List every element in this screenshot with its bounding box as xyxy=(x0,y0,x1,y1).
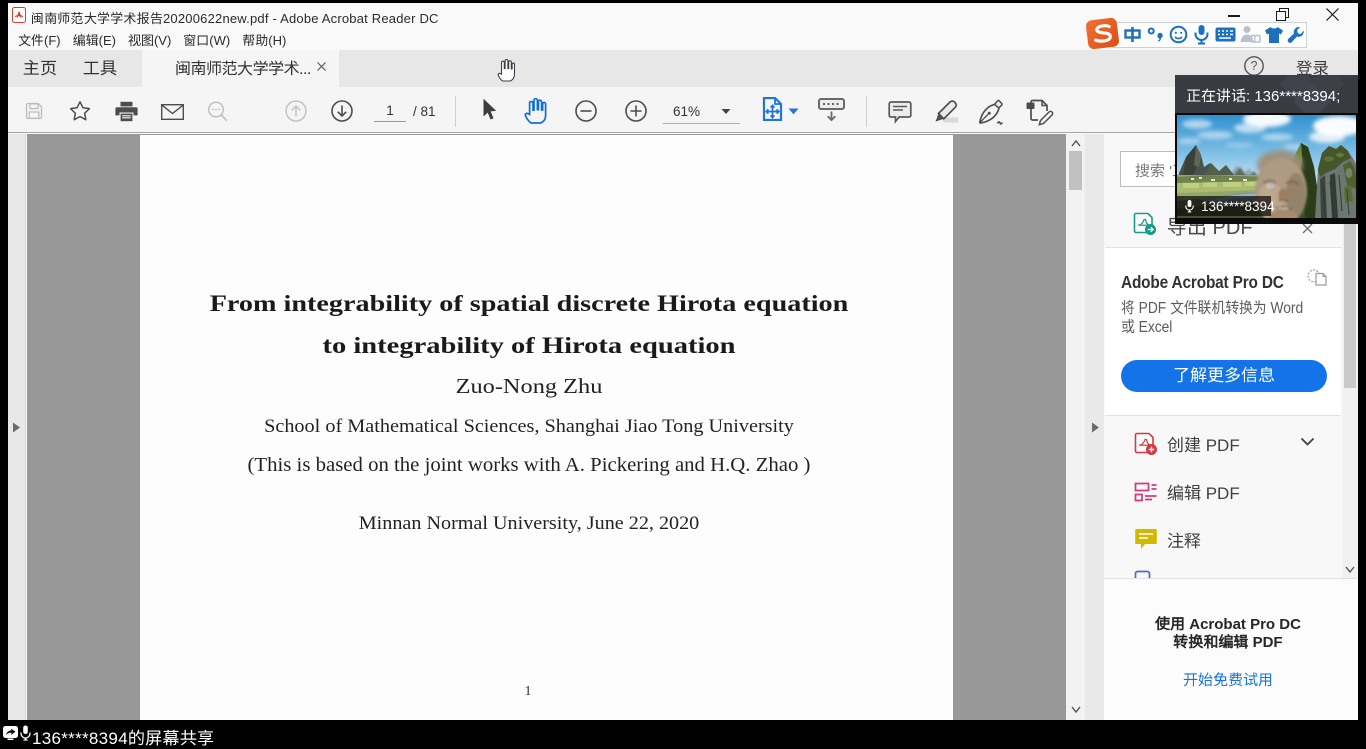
svg-text:?: ? xyxy=(1251,59,1258,73)
svg-text:136****8394: 136****8394 xyxy=(1201,199,1275,214)
